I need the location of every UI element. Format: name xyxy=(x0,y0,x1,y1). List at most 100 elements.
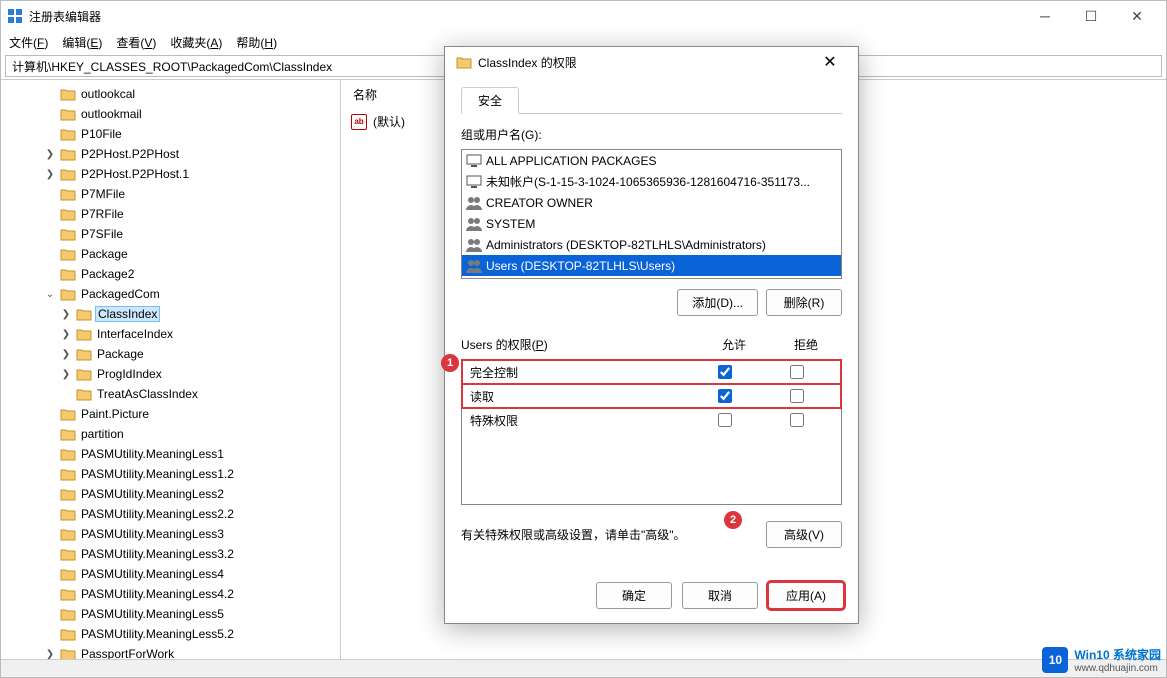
menu-item-3[interactable]: 收藏夹(A) xyxy=(170,34,222,51)
tree-item-pasmutility-meaningless1[interactable]: PASMUtility.MeaningLess1 xyxy=(3,444,338,464)
allow-checkbox[interactable] xyxy=(718,365,732,379)
folder-icon xyxy=(76,368,92,381)
tree-item-pasmutility-meaningless3-2[interactable]: PASMUtility.MeaningLess3.2 xyxy=(3,544,338,564)
tree-item-label: P7SFile xyxy=(79,227,125,241)
folder-icon xyxy=(60,108,76,121)
tree-item-label: ProgIdIndex xyxy=(95,367,164,381)
permission-row-1: 读取 xyxy=(462,384,841,408)
remove-button[interactable]: 删除(R) xyxy=(766,289,842,316)
tree-item-label: P2PHost.P2PHost xyxy=(79,147,181,161)
chevron-icon[interactable]: ⌄ xyxy=(43,289,57,300)
deny-checkbox[interactable] xyxy=(790,413,804,427)
tree-item-label: TreatAsClassIndex xyxy=(95,387,200,401)
tree-item-passportforwork[interactable]: ❯PassportForWork xyxy=(3,644,338,659)
tree-pane[interactable]: outlookcaloutlookmail P10File ❯ P2PHost.P2P… xyxy=(1,80,341,659)
chevron-icon[interactable]: ❯ xyxy=(59,349,73,360)
menu-item-4[interactable]: 帮助(H) xyxy=(236,34,277,51)
tree-item-pasmutility-meaningless4[interactable]: PASMUtility.MeaningLess4 xyxy=(3,564,338,584)
tree-item-p10file[interactable]: P10File xyxy=(3,124,338,144)
tree-item-package2[interactable]: Package2 xyxy=(3,264,338,284)
chevron-icon[interactable]: ❯ xyxy=(59,369,73,380)
tree-item-paint-picture[interactable]: Paint.Picture xyxy=(3,404,338,424)
folder-icon xyxy=(60,408,76,421)
tree-item-pasmutility-meaningless2[interactable]: PASMUtility.MeaningLess2 xyxy=(3,484,338,504)
tree-item-p2phost-p2phost[interactable]: ❯ P2PHost.P2PHost xyxy=(3,144,338,164)
tree-item-outlookmail[interactable]: outlookmail xyxy=(3,104,338,124)
tree-item-p7mfile[interactable]: P7MFile xyxy=(3,184,338,204)
tree-item-package[interactable]: Package xyxy=(3,244,338,264)
folder-icon xyxy=(76,308,92,321)
chevron-icon[interactable]: ❯ xyxy=(43,649,57,660)
tree-item-p2phost-p2phost-1[interactable]: ❯ P2PHost.P2PHost.1 xyxy=(3,164,338,184)
user-list-item[interactable]: ALL APPLICATION PACKAGES xyxy=(462,150,841,171)
cancel-button[interactable]: 取消 xyxy=(682,582,758,609)
minimize-button[interactable]: ─ xyxy=(1022,1,1068,31)
watermark-line1: Win10 系统家园 xyxy=(1074,648,1161,662)
user-list-label: ALL APPLICATION PACKAGES xyxy=(486,154,657,168)
tab-strip: 安全 xyxy=(461,87,842,114)
tree-item-progidindex[interactable]: ❯ ProgIdIndex xyxy=(3,364,338,384)
tree-item-pasmutility-meaningless5[interactable]: PASMUtility.MeaningLess5 xyxy=(3,604,338,624)
tree-item-label: P10File xyxy=(79,127,124,141)
ok-button[interactable]: 确定 xyxy=(596,582,672,609)
tree-item-pasmutility-meaningless5-2[interactable]: PASMUtility.MeaningLess5.2 xyxy=(3,624,338,644)
permissions-header: 1 Users 的权限(P) 允许 拒绝 xyxy=(461,336,842,353)
dialog-title: ClassIndex 的权限 xyxy=(478,54,577,71)
menu-item-0[interactable]: 文件(F) xyxy=(9,34,48,51)
menu-item-1[interactable]: 编辑(E) xyxy=(62,34,102,51)
tree-item-label: PASMUtility.MeaningLess3 xyxy=(79,527,226,541)
watermark: 10 Win10 系统家园 www.qdhuajin.com xyxy=(1042,646,1161,674)
user-list-label: Administrators (DESKTOP-82TLHLS\Administ… xyxy=(486,238,766,252)
tree-item-outlookcal[interactable]: outlookcal xyxy=(3,84,338,104)
chevron-icon[interactable]: ❯ xyxy=(59,329,73,340)
user-list-label: 未知帐户(S-1-15-3-1024-1065365936-1281604716… xyxy=(486,173,810,190)
tree-item-p7sfile[interactable]: P7SFile xyxy=(3,224,338,244)
tree-item-label: PASMUtility.MeaningLess4 xyxy=(79,567,226,581)
folder-icon xyxy=(76,388,92,401)
tree-item-partition[interactable]: partition xyxy=(3,424,338,444)
deny-checkbox[interactable] xyxy=(790,365,804,379)
permission-name: 读取 xyxy=(470,388,689,405)
tree-item-pasmutility-meaningless1-2[interactable]: PASMUtility.MeaningLess1.2 xyxy=(3,464,338,484)
tree-item-label: PASMUtility.MeaningLess4.2 xyxy=(79,587,236,601)
chevron-icon[interactable]: ❯ xyxy=(59,309,73,320)
user-list-label: Users (DESKTOP-82TLHLS\Users) xyxy=(486,259,675,273)
apply-button[interactable]: 应用(A) xyxy=(768,582,844,609)
close-button[interactable]: ✕ xyxy=(1114,1,1160,31)
tree-item-classindex[interactable]: ❯ClassIndex xyxy=(3,304,338,324)
add-button[interactable]: 添加(D)... xyxy=(677,289,758,316)
tree-item-p7rfile[interactable]: P7RFile xyxy=(3,204,338,224)
annotation-badge-2: 2 xyxy=(724,511,742,529)
tab-security[interactable]: 安全 xyxy=(461,87,519,114)
title-bar: 注册表编辑器 ─ ☐ ✕ xyxy=(1,1,1166,31)
user-list-item[interactable]: Administrators (DESKTOP-82TLHLS\Administ… xyxy=(462,234,841,255)
folder-icon xyxy=(60,88,76,101)
tree-item-label: PASMUtility.MeaningLess2 xyxy=(79,487,226,501)
folder-icon xyxy=(60,468,76,481)
menu-item-2[interactable]: 查看(V) xyxy=(116,34,156,51)
advanced-button[interactable]: 高级(V) xyxy=(766,521,842,548)
tree-item-package[interactable]: ❯Package xyxy=(3,344,338,364)
user-list-item[interactable]: Users (DESKTOP-82TLHLS\Users) xyxy=(462,255,841,276)
tree-item-pasmutility-meaningless2-2[interactable]: PASMUtility.MeaningLess2.2 xyxy=(3,504,338,524)
tree-item-interfaceindex[interactable]: ❯InterfaceIndex xyxy=(3,324,338,344)
tree-item-treatasclassindex[interactable]: TreatAsClassIndex xyxy=(3,384,338,404)
chevron-icon[interactable]: ❯ xyxy=(43,149,57,160)
tree-item-label: P2PHost.P2PHost.1 xyxy=(79,167,191,181)
tree-item-label: PASMUtility.MeaningLess1.2 xyxy=(79,467,236,481)
allow-checkbox[interactable] xyxy=(718,389,732,403)
dialog-close-button[interactable]: ✕ xyxy=(810,48,850,76)
tree-item-packagedcom[interactable]: ⌄ PackagedCom xyxy=(3,284,338,304)
users-list[interactable]: ALL APPLICATION PACKAGES 未知帐户(S-1-15-3-10… xyxy=(461,149,842,279)
dialog-body: 安全 组或用户名(G): ALL APPLICATION PACKAGES未知帐… xyxy=(445,77,858,572)
user-list-item[interactable]: SYSTEM xyxy=(462,213,841,234)
allow-checkbox[interactable] xyxy=(718,413,732,427)
maximize-button[interactable]: ☐ xyxy=(1068,1,1114,31)
tree-item-pasmutility-meaningless4-2[interactable]: PASMUtility.MeaningLess4.2 xyxy=(3,584,338,604)
tree-item-pasmutility-meaningless3[interactable]: PASMUtility.MeaningLess3 xyxy=(3,524,338,544)
chevron-icon[interactable]: ❯ xyxy=(43,169,57,180)
deny-checkbox[interactable] xyxy=(790,389,804,403)
tree-item-label: PackagedCom xyxy=(79,287,162,301)
user-list-item[interactable]: 未知帐户(S-1-15-3-1024-1065365936-1281604716… xyxy=(462,171,841,192)
user-list-item[interactable]: CREATOR OWNER xyxy=(462,192,841,213)
